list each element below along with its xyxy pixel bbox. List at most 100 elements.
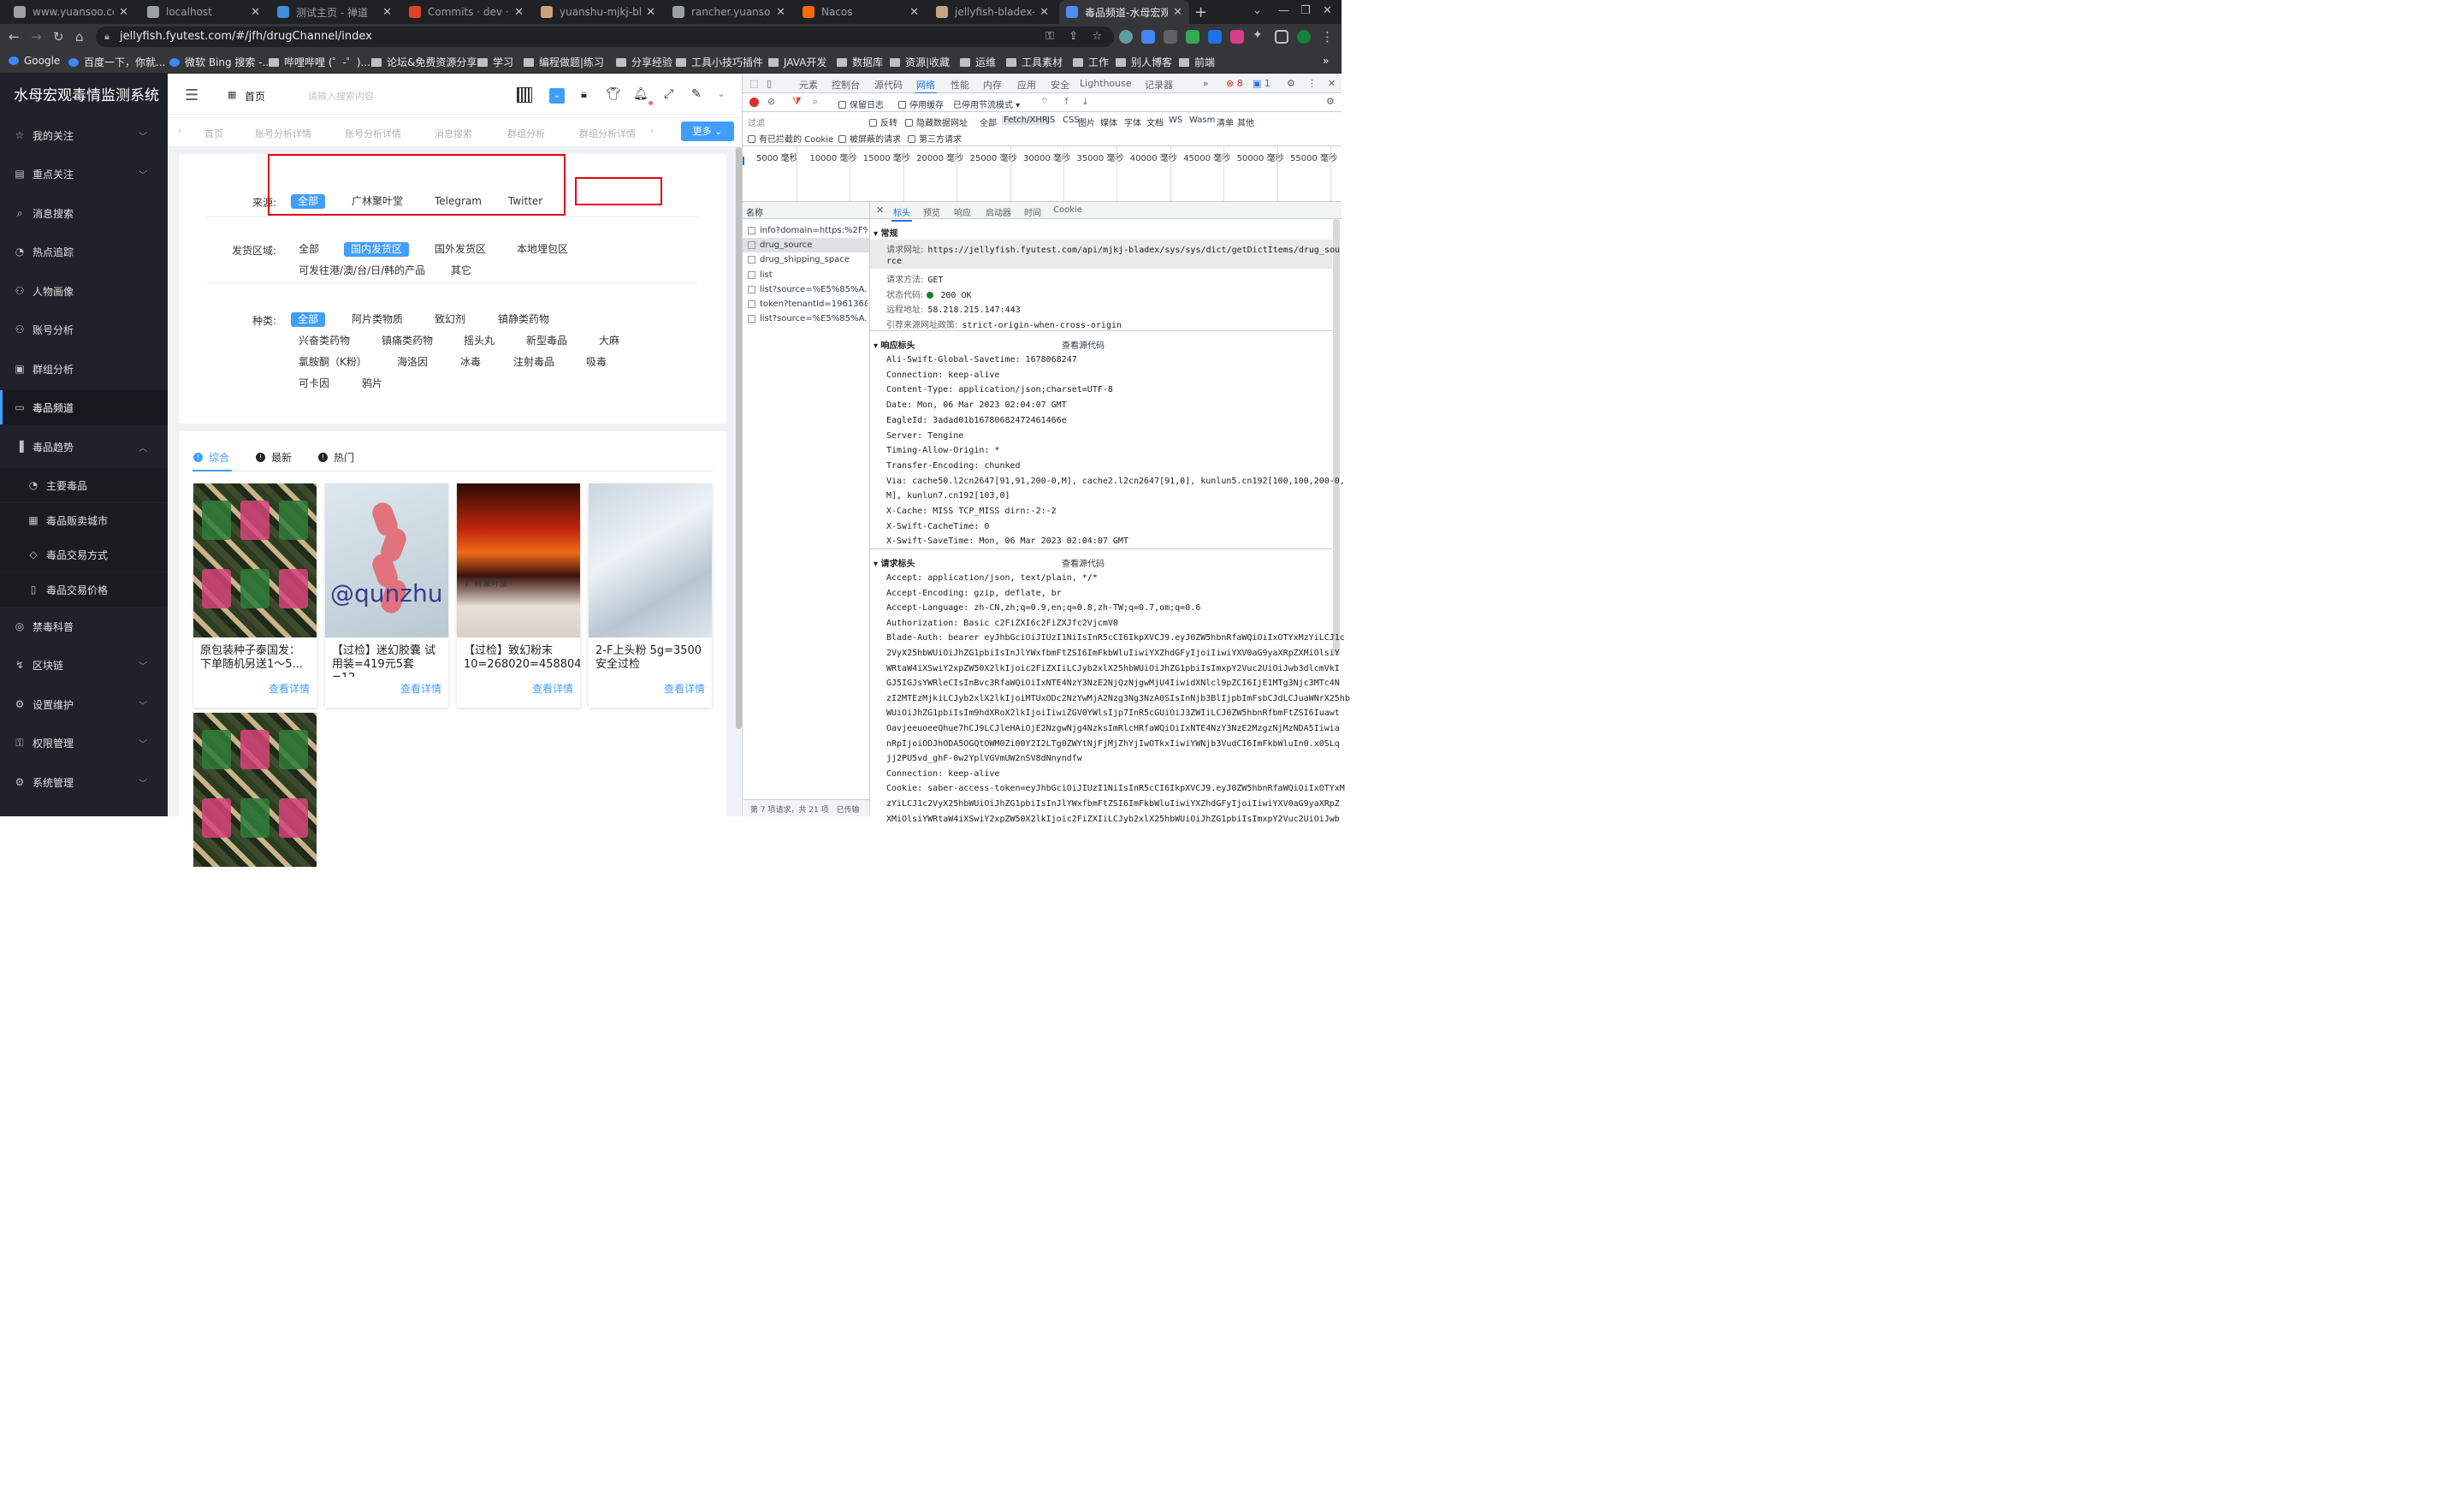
sidebar-item[interactable]: ↯ 区块链 ﹀: [0, 648, 168, 682]
bookmark-item[interactable]: 前端: [1179, 55, 1215, 69]
tab-search-icon[interactable]: ⌄: [1253, 4, 1262, 17]
extension-glasses-icon[interactable]: [1164, 30, 1177, 44]
tag-item[interactable]: 账号分析详情: [255, 127, 311, 140]
post-image[interactable]: @qunzhu: [325, 483, 448, 637]
type-option[interactable]: 新型毒品: [526, 334, 567, 348]
lock-icon[interactable]: 🔒︎: [581, 88, 587, 101]
network-extra-filter[interactable]: 第三方请求: [908, 132, 962, 145]
browser-tab[interactable]: yuanshu-mjkj-blade ✕: [534, 0, 662, 24]
post-card[interactable]: 广林聚叶堂【过检】致幻粉末 10=268020=4588040=7 查看详情: [457, 483, 580, 708]
bookmark-item[interactable]: 微软 Bing 搜索 -...: [169, 55, 272, 69]
list-tab[interactable]: ! 综合: [193, 450, 229, 465]
tab-close-icon[interactable]: ✕: [514, 6, 524, 19]
view-detail-link[interactable]: 查看详情: [532, 681, 573, 696]
sidebar-item[interactable]: ◔ 主要毒品: [0, 468, 168, 502]
extension-translate-icon[interactable]: [1230, 30, 1244, 44]
bookmark-item[interactable]: 分享经验: [616, 55, 672, 69]
bookmark-item[interactable]: 工作: [1073, 55, 1109, 69]
clear-icon[interactable]: ⊘: [767, 96, 775, 107]
post-card[interactable]: 2-F上头粉 5g=3500 安全过检 查看详情: [589, 483, 712, 708]
network-type-filter[interactable]: 媒体: [1100, 116, 1117, 128]
throttle-select[interactable]: 已停用节流模式 ▾: [953, 98, 1020, 110]
minimize-icon[interactable]: —: [1278, 4, 1289, 17]
view-detail-link[interactable]: 查看详情: [664, 681, 705, 696]
sidebar-item[interactable]: ⚇ 账号分析: [0, 312, 168, 347]
bookmark-item[interactable]: Google: [9, 55, 60, 67]
bookmark-item[interactable]: 工具小技巧插件: [676, 55, 763, 69]
view-detail-link[interactable]: 查看详情: [400, 681, 441, 696]
bookmarks-overflow-icon[interactable]: »: [1323, 55, 1329, 67]
request-row[interactable]: list?source=%E5%85%A...: [748, 311, 868, 326]
key-icon[interactable]: ⚿: [1045, 27, 1054, 47]
header-search-input[interactable]: 请输入搜索内容: [308, 89, 374, 103]
home-breadcrumb[interactable]: 首页: [245, 89, 265, 104]
fullscreen-icon[interactable]: ⤢: [664, 87, 673, 101]
source-option[interactable]: Telegram: [435, 194, 482, 209]
network-type-filter[interactable]: 清单: [1217, 116, 1234, 128]
close-window-icon[interactable]: ✕: [1323, 4, 1332, 17]
browser-tab[interactable]: localhost ✕: [140, 0, 267, 24]
extension-colorful-icon[interactable]: [1119, 30, 1133, 44]
bell-icon[interactable]: 🔔︎: [633, 87, 649, 101]
post-card[interactable]: 原包装种子泰国发：下单随机另送1～5... 查看详情: [193, 483, 317, 708]
request-headers-header[interactable]: ▾ 请求标头: [874, 556, 915, 569]
tag-item[interactable]: 账号分析详情: [345, 127, 401, 140]
devtools-tab[interactable]: 源代码: [874, 78, 903, 92]
tab-close-icon[interactable]: ✕: [119, 6, 128, 19]
wifi-icon[interactable]: ⌔: [1040, 96, 1049, 108]
record-icon[interactable]: [749, 98, 759, 107]
detail-tab[interactable]: Cookie: [1053, 205, 1082, 215]
source-option[interactable]: Twitter: [508, 194, 542, 209]
content-scrollbar[interactable]: [736, 147, 742, 729]
browser-menu-icon[interactable]: ⋮: [1321, 29, 1334, 44]
devtools-tab[interactable]: 控制台: [832, 78, 860, 92]
post-image[interactable]: [193, 483, 317, 637]
type-option[interactable]: 致幻剂: [435, 312, 465, 327]
source-option[interactable]: 广林聚叶堂: [352, 194, 403, 209]
general-section-header[interactable]: ▾ 常规: [874, 226, 898, 239]
detail-tab[interactable]: 预览: [923, 205, 940, 218]
view-detail-link[interactable]: 查看详情: [269, 681, 310, 696]
region-option[interactable]: 国外发货区: [435, 242, 486, 257]
side-panel-icon[interactable]: [1275, 30, 1288, 44]
sidebar-item[interactable]: ▤ 重点关注 ﹀: [0, 157, 168, 191]
network-extra-filter[interactable]: 被屏蔽的请求: [838, 132, 901, 145]
tab-close-icon[interactable]: ✕: [909, 6, 919, 19]
request-row[interactable]: info?domain=https:%2F%...: [748, 223, 868, 238]
more-tags-button[interactable]: 更多 ⌄: [681, 122, 734, 141]
detail-tab[interactable]: 启动器: [986, 205, 1011, 218]
post-card[interactable]: [193, 713, 317, 867]
type-option[interactable]: 镇静类药物: [498, 312, 549, 327]
response-headers-header[interactable]: ▾ 响应标头: [874, 338, 915, 351]
browser-tab[interactable]: Commits · dev · jelly ✕: [402, 0, 530, 24]
forward-icon[interactable]: →: [31, 29, 42, 44]
post-image[interactable]: [193, 713, 317, 867]
disable-cache-checkbox[interactable]: 停用缓存: [898, 98, 944, 110]
tab-close-icon[interactable]: ✕: [1173, 6, 1182, 19]
upload-icon[interactable]: ⤒: [1064, 96, 1069, 108]
new-tab-button[interactable]: +: [1194, 3, 1207, 21]
browser-tab[interactable]: rancher.yuansoo.co ✕: [666, 0, 792, 24]
browser-tab[interactable]: 毒品频道-水母宏观毒 ✕: [1059, 0, 1189, 24]
tab-close-icon[interactable]: ✕: [251, 6, 260, 19]
sidebar-item[interactable]: ⚙ 系统管理 ﹀: [0, 765, 168, 799]
type-option[interactable]: 鸦片: [362, 376, 382, 391]
type-option[interactable]: 可卡因: [299, 376, 329, 391]
request-row[interactable]: drug_shipping_space: [748, 252, 868, 267]
request-row[interactable]: drug_source: [743, 238, 869, 253]
network-type-filter[interactable]: Fetch/XHR: [1002, 116, 1050, 125]
network-type-filter[interactable]: WS: [1169, 116, 1182, 125]
type-option[interactable]: 大麻: [599, 334, 619, 348]
tag-item[interactable]: 首页: [204, 127, 223, 140]
sidebar-item[interactable]: ⌕ 消息搜索: [0, 196, 168, 230]
view-source-link[interactable]: 查看源代码: [1062, 556, 1105, 569]
list-tab[interactable]: ! 热门: [318, 450, 354, 465]
sidebar-item[interactable]: ◎ 禁毒科普: [0, 609, 168, 643]
view-source-link[interactable]: 查看源代码: [1062, 338, 1105, 351]
bookmark-item[interactable]: 百度一下，你就...: [68, 55, 165, 69]
type-option[interactable]: 摇头丸: [464, 334, 495, 348]
restore-icon[interactable]: ❐: [1300, 4, 1311, 17]
region-option[interactable]: 可发往港/澳/台/日/韩的产品: [299, 264, 425, 278]
brush-icon[interactable]: ✎: [691, 87, 702, 101]
tab-close-icon[interactable]: ✕: [1040, 6, 1049, 19]
